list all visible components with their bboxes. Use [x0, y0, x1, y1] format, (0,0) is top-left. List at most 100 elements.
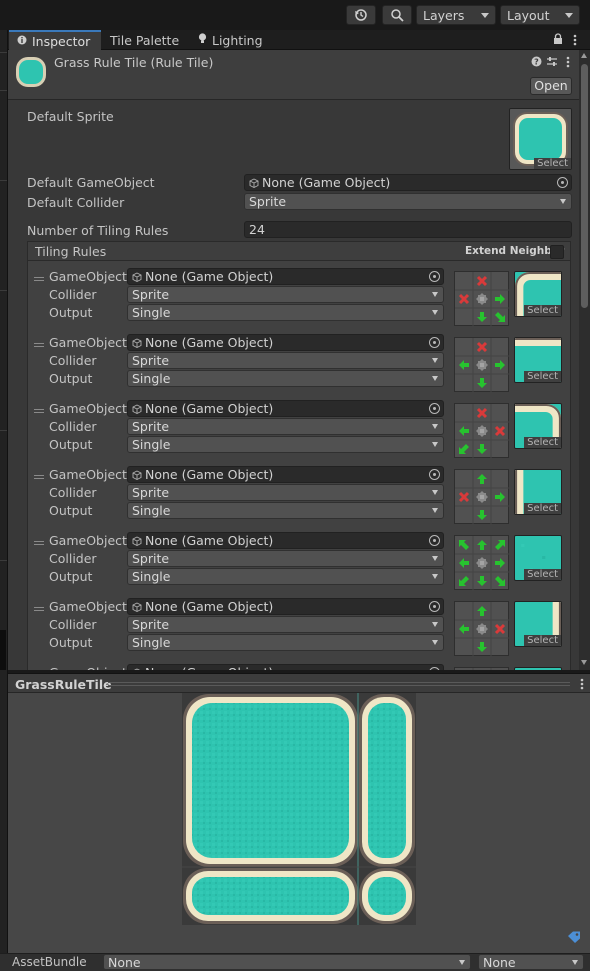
neighbor-rule-grid[interactable] [454, 271, 510, 327]
neighbor-cell[interactable] [491, 536, 509, 554]
neighbor-cell[interactable] [491, 572, 509, 590]
neighbor-cell[interactable] [455, 308, 473, 326]
neighbor-cell[interactable] [491, 602, 509, 620]
asset-bundle-name-dropdown[interactable]: None [103, 954, 471, 970]
rule-sprite-field[interactable]: Select [514, 271, 562, 317]
neighbor-cell[interactable] [455, 374, 473, 392]
presets-icon[interactable] [546, 56, 558, 67]
lock-icon[interactable] [553, 33, 563, 45]
center-cell[interactable] [473, 422, 491, 440]
rule-gameobject-field[interactable]: None (Game Object) [127, 532, 444, 549]
asset-bundle-variant-dropdown[interactable]: None [478, 954, 584, 970]
extend-neighbor-checkbox[interactable] [550, 245, 564, 259]
inspector-scrollbar[interactable] [579, 50, 590, 670]
neighbor-cell[interactable] [491, 308, 509, 326]
neighbor-cell[interactable] [455, 272, 473, 290]
neighbor-cell[interactable] [473, 338, 491, 356]
neighbor-cell[interactable] [455, 422, 473, 440]
select-button[interactable]: Select [524, 503, 561, 514]
neighbor-cell[interactable] [491, 404, 509, 422]
neighbor-cell[interactable] [491, 440, 509, 458]
reorder-handle-icon[interactable] [34, 541, 44, 545]
neighbor-cell[interactable] [491, 290, 509, 308]
rule-output-dropdown[interactable]: Single [127, 568, 444, 585]
neighbor-cell[interactable] [491, 470, 509, 488]
neighbor-cell[interactable] [473, 572, 491, 590]
select-button[interactable]: Select [524, 305, 561, 316]
more-options-icon[interactable] [580, 678, 584, 690]
rule-sprite-field[interactable]: Select [514, 469, 562, 515]
neighbor-cell[interactable] [455, 668, 473, 670]
reorder-handle-icon[interactable] [34, 343, 44, 347]
object-picker-icon[interactable] [429, 601, 440, 612]
center-cell[interactable] [473, 290, 491, 308]
history-button[interactable] [346, 5, 376, 25]
object-picker-icon[interactable] [429, 337, 440, 348]
rule-collider-dropdown[interactable]: Sprite [127, 616, 444, 633]
neighbor-cell[interactable] [473, 506, 491, 524]
neighbor-cell[interactable] [473, 272, 491, 290]
reorder-handle-icon[interactable] [34, 409, 44, 413]
select-button[interactable]: Select [524, 569, 561, 580]
center-cell[interactable] [473, 356, 491, 374]
rule-gameobject-field[interactable]: None (Game Object) [127, 466, 444, 483]
neighbor-rule-grid[interactable] [454, 469, 510, 525]
object-picker-icon[interactable] [429, 271, 440, 282]
rule-gameobject-field[interactable]: None (Game Object) [127, 334, 444, 351]
neighbor-cell[interactable] [455, 440, 473, 458]
select-button[interactable]: Select [524, 371, 561, 382]
neighbor-cell[interactable] [455, 488, 473, 506]
object-picker-icon[interactable] [429, 403, 440, 414]
neighbor-cell[interactable] [473, 470, 491, 488]
select-button[interactable]: Select [534, 158, 571, 169]
default-sprite-field[interactable]: Select [509, 108, 572, 170]
rule-collider-dropdown[interactable]: Sprite [127, 550, 444, 567]
object-picker-icon[interactable] [429, 469, 440, 480]
neighbor-cell[interactable] [473, 668, 491, 670]
neighbor-rule-grid[interactable] [454, 601, 510, 657]
neighbor-cell[interactable] [491, 374, 509, 392]
rule-collider-dropdown[interactable]: Sprite [127, 484, 444, 501]
default-collider-dropdown[interactable]: Sprite [244, 193, 572, 210]
neighbor-rule-grid[interactable] [454, 337, 510, 393]
neighbor-cell[interactable] [455, 338, 473, 356]
neighbor-cell[interactable] [491, 488, 509, 506]
neighbor-cell[interactable] [473, 440, 491, 458]
rule-gameobject-field[interactable]: None (Game Object) [127, 268, 444, 285]
rule-sprite-field[interactable]: Select [514, 337, 562, 383]
rule-output-dropdown[interactable]: Single [127, 634, 444, 651]
layers-dropdown[interactable]: Layers [416, 5, 496, 25]
search-button[interactable] [382, 5, 412, 25]
rule-collider-dropdown[interactable]: Sprite [127, 418, 444, 435]
rule-sprite-field[interactable]: Select [514, 403, 562, 449]
neighbor-cell[interactable] [473, 638, 491, 656]
rule-output-dropdown[interactable]: Single [127, 502, 444, 519]
rule-output-dropdown[interactable]: Single [127, 370, 444, 387]
drag-handle[interactable] [108, 682, 570, 686]
neighbor-cell[interactable] [473, 602, 491, 620]
tab-inspector[interactable]: Inspector [9, 30, 101, 50]
neighbor-cell[interactable] [491, 620, 509, 638]
more-options-icon[interactable] [573, 34, 577, 46]
more-options-icon[interactable] [566, 56, 570, 68]
neighbor-cell[interactable] [491, 506, 509, 524]
neighbor-rule-grid[interactable] [454, 667, 509, 670]
object-picker-icon[interactable] [429, 667, 440, 670]
neighbor-cell[interactable] [455, 554, 473, 572]
reorder-handle-icon[interactable] [34, 277, 44, 281]
num-rules-field[interactable]: 24 [244, 221, 572, 238]
rule-output-dropdown[interactable]: Single [127, 436, 444, 453]
rule-output-dropdown[interactable]: Single [127, 304, 444, 321]
reorder-handle-icon[interactable] [34, 607, 44, 611]
neighbor-rule-grid[interactable] [454, 535, 510, 591]
neighbor-cell[interactable] [473, 536, 491, 554]
neighbor-cell[interactable] [473, 404, 491, 422]
scroll-down-icon[interactable] [581, 660, 587, 665]
neighbor-cell[interactable] [491, 272, 509, 290]
help-icon[interactable]: ? [531, 56, 542, 67]
reorder-handle-icon[interactable] [34, 475, 44, 479]
neighbor-cell[interactable] [455, 356, 473, 374]
neighbor-cell[interactable] [491, 356, 509, 374]
neighbor-cell[interactable] [455, 536, 473, 554]
center-cell[interactable] [473, 488, 491, 506]
